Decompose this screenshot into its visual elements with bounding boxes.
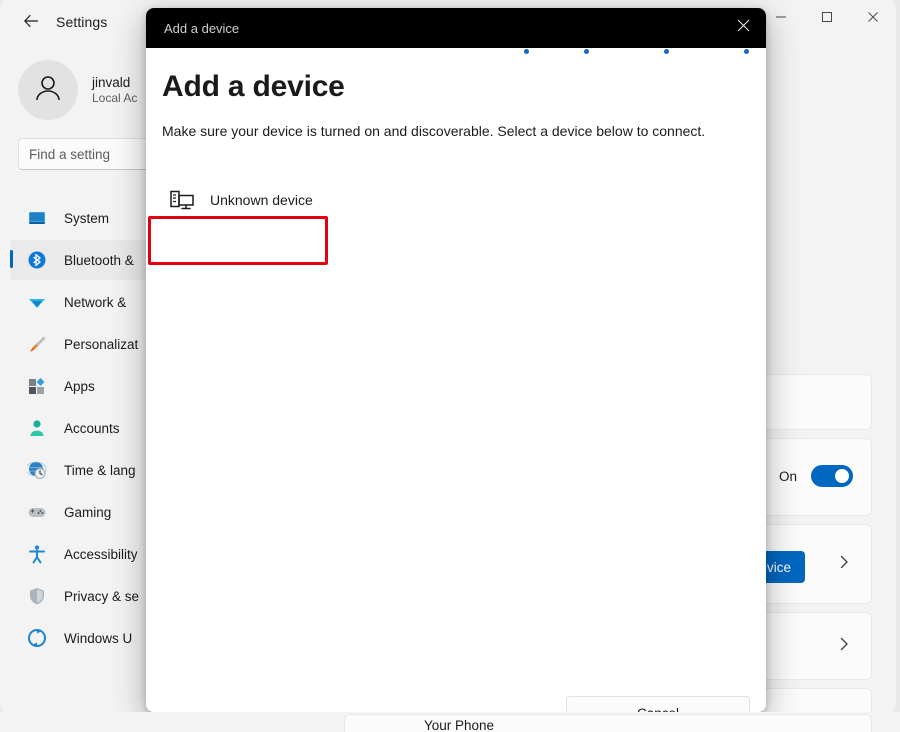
- dialog-titlebar-text: Add a device: [164, 21, 239, 36]
- monitor-icon: [26, 207, 48, 229]
- sidebar-item-label: Bluetooth &: [64, 253, 134, 268]
- bluetooth-icon: [26, 249, 48, 271]
- close-icon: [736, 18, 751, 38]
- dialog-titlebar: Add a device: [146, 8, 766, 48]
- sidebar-item-label: Privacy & se: [64, 589, 139, 604]
- bluetooth-toggle-state: On: [779, 469, 797, 484]
- shield-icon: [26, 585, 48, 607]
- windows-update-icon: [26, 627, 48, 649]
- sidebar-item-label: Apps: [64, 379, 95, 394]
- account-subtitle: Local Ac: [92, 91, 137, 105]
- toggle-knob: [835, 469, 849, 483]
- window-controls: [758, 0, 896, 34]
- maximize-button[interactable]: [804, 0, 850, 34]
- window-title: Settings: [56, 14, 107, 30]
- add-device-dialog: Add a device Add a device Make sure your…: [146, 8, 766, 712]
- device-name: Unknown device: [210, 192, 313, 208]
- sidebar-item-label: Network &: [64, 295, 126, 310]
- sidebar-item-label: Accessibility: [64, 547, 138, 562]
- sidebar-item-label: Gaming: [64, 505, 111, 520]
- gamepad-icon: [26, 501, 48, 523]
- back-arrow-icon: [22, 12, 40, 35]
- avatar: [18, 60, 78, 120]
- cancel-button[interactable]: Cancel: [566, 696, 750, 712]
- maximize-icon: [821, 11, 833, 23]
- sidebar-item-label: System: [64, 211, 109, 226]
- highlight-box: [148, 216, 328, 265]
- account-block[interactable]: jinvald Local Ac: [18, 60, 137, 120]
- account-name: jinvald: [92, 75, 137, 90]
- bluetooth-toggle[interactable]: [811, 465, 853, 487]
- dialog-body: Add a device Make sure your device is tu…: [146, 54, 766, 712]
- apps-grid-icon: [26, 375, 48, 397]
- sidebar-item-label: Accounts: [64, 421, 120, 436]
- chevron-right-icon: [837, 555, 851, 574]
- person-avatar-icon: [30, 70, 66, 111]
- accessibility-icon: [26, 543, 48, 565]
- your-phone-label-peek: Your Phone: [424, 718, 494, 732]
- chevron-right-icon: [837, 637, 851, 656]
- pc-monitor-icon: [168, 186, 196, 214]
- search-placeholder: Find a setting: [29, 147, 110, 162]
- screen: Settings: [0, 0, 900, 732]
- sidebar-item-label: Time & lang: [64, 463, 136, 478]
- close-icon: [867, 11, 879, 23]
- dialog-heading: Add a device: [162, 70, 345, 104]
- dialog-description: Make sure your device is turned on and d…: [162, 120, 728, 142]
- close-button[interactable]: [850, 0, 896, 34]
- device-list-item-unknown-device[interactable]: Unknown device: [152, 177, 332, 223]
- sidebar-item-label: Windows U: [64, 631, 132, 646]
- wifi-icon: [26, 291, 48, 313]
- paintbrush-icon: [26, 333, 48, 355]
- person-icon: [26, 417, 48, 439]
- back-button[interactable]: [14, 8, 48, 38]
- clock-globe-icon: [26, 459, 48, 481]
- minimize-icon: [775, 11, 787, 23]
- bluetooth-toggle-row: On: [779, 465, 853, 487]
- sidebar-item-label: Personalizat: [64, 337, 138, 352]
- dialog-close-button[interactable]: [720, 8, 766, 48]
